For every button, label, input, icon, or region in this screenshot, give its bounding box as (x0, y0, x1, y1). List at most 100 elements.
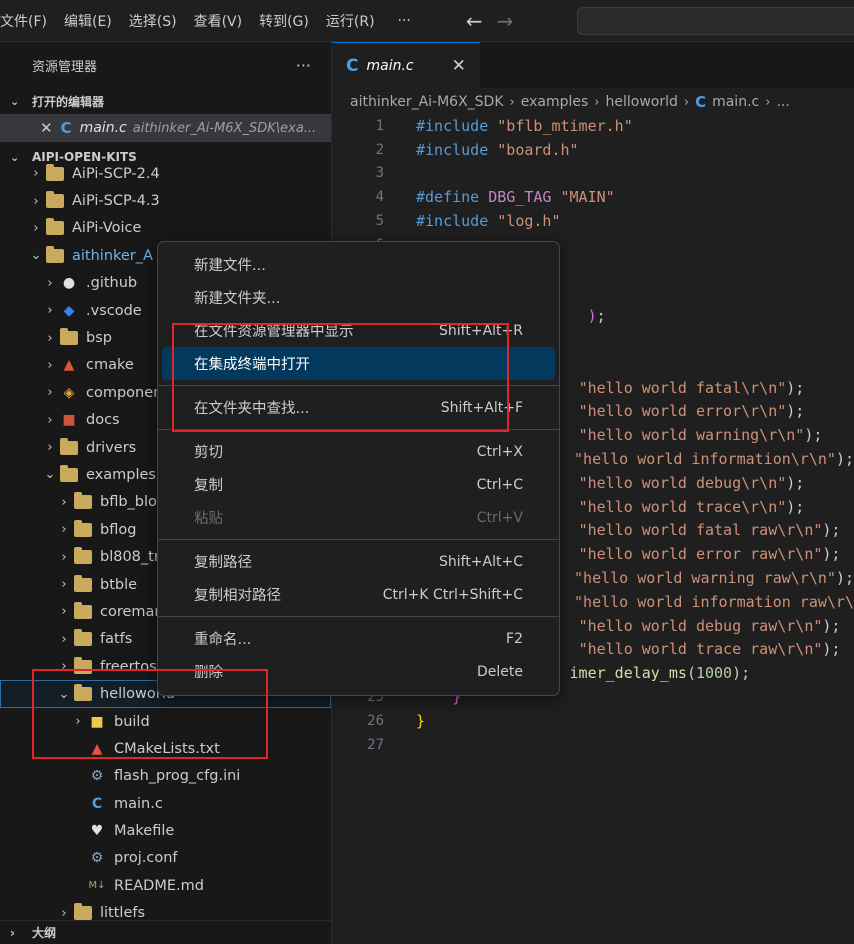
context-menu-item[interactable]: 复制相对路径 Ctrl+K Ctrl+Shift+C (162, 578, 555, 611)
tree-item[interactable]: M↓ README.md (0, 872, 331, 899)
context-menu-item[interactable]: 复制路径 Shift+Alt+C (162, 545, 555, 578)
tree-item[interactable]: › ■ build (0, 708, 331, 735)
more-menu-button[interactable]: ··· (398, 13, 420, 29)
folder-icon (74, 519, 92, 537)
gear-icon: ⚙ (90, 850, 104, 867)
tree-item[interactable]: ⚙ proj.conf (0, 845, 331, 872)
code-token: 1000 (695, 664, 733, 683)
chevron-right-icon: › (765, 94, 771, 110)
outline-section[interactable]: › 大纲 (0, 920, 331, 944)
menu-item-shortcut: Ctrl+K Ctrl+Shift+C (382, 586, 523, 603)
chevron-down-icon: ⌄ (10, 94, 20, 108)
tree-item-label: aithinker_A (72, 247, 153, 264)
explorer-header: 资源管理器 ··· (0, 42, 331, 88)
arrow-left-icon[interactable]: ← (466, 9, 483, 33)
tree-item-label: bsp (86, 330, 112, 347)
chevron-right-icon: › (509, 94, 515, 110)
open-editor-item[interactable]: ✕ C main.c aithinker_Ai-M6X_SDK\exa... (0, 114, 331, 142)
context-menu-item[interactable]: 新建文件... (162, 248, 555, 281)
tree-item[interactable]: › AiPi-SCP-4.3 (0, 187, 331, 214)
line-source: #define DBG_TAG "MAIN" (416, 188, 615, 206)
menu-item[interactable]: 文件(F) (0, 11, 56, 31)
menu-item[interactable]: 查看(V) (194, 11, 252, 31)
c-file-icon: C (346, 55, 359, 76)
build-folder-icon: ■ (90, 713, 104, 730)
code-line: 3 (332, 162, 854, 186)
tree-item[interactable]: ♥ Makefile (0, 817, 331, 844)
vscode-folder-icon: ◆ (63, 302, 75, 319)
code-token: imer_delay_ms (569, 664, 687, 683)
tree-item[interactable]: › AiPi-Voice (0, 215, 331, 242)
chevron-right-icon: › (61, 549, 67, 565)
code-token: "board.h" (497, 140, 579, 159)
tab-label: main.c (366, 57, 414, 74)
menu-item[interactable]: 运行(R) (326, 11, 384, 31)
tree-item-label: build (114, 713, 150, 730)
menu-item-shortcut: Shift+Alt+C (438, 553, 523, 570)
tree-item[interactable]: ⚙ flash_prog_cfg.ini (0, 763, 331, 790)
tree-item-label: AiPi-SCP-2.4 (72, 165, 160, 182)
tree-item[interactable]: › AiPi-SCP-2.4 (0, 160, 331, 187)
code-token: "hello world error\r\n" (578, 402, 787, 421)
folder-icon (60, 437, 78, 455)
menu-item-label: 在文件资源管理器中显示 (194, 324, 354, 340)
command-center-search[interactable] (577, 7, 854, 35)
context-menu: 新建文件... 新建文件夹... 在文件资源管理器中显示 Shift+Alt+R 在集成… (157, 241, 560, 696)
chevron-right-icon: › (594, 94, 600, 110)
context-menu-item[interactable]: 剪切 Ctrl+X (162, 435, 555, 468)
context-menu-item[interactable]: 在文件夹中查找... Shift+Alt+F (162, 391, 555, 424)
close-icon[interactable]: ✕ (452, 56, 466, 76)
open-editor-filename: main.c (79, 120, 127, 136)
folder-open-icon (60, 464, 78, 482)
tree-item[interactable]: Cmain.c (0, 790, 331, 817)
explorer-more-button[interactable]: ··· (296, 56, 311, 75)
github-icon: ● (62, 275, 76, 292)
chevron-right-icon: › (61, 577, 67, 593)
context-menu-item[interactable]: 新建文件夹... (162, 281, 555, 314)
tab-main-c[interactable]: C main.c ✕ (332, 42, 480, 88)
menu-item-label: 在文件夹中查找... (194, 401, 310, 417)
breadcrumb-item[interactable]: helloworld (605, 94, 677, 110)
code-token: "log.h" (497, 212, 561, 231)
code-token: "bflb_mtimer.h" (497, 116, 633, 135)
breadcrumb-item[interactable]: aithinker_Ai-M6X_SDK (350, 94, 504, 110)
cmake-icon: ▲ (91, 740, 103, 757)
breadcrumb-item[interactable]: main.c (712, 94, 759, 110)
breadcrumb-item[interactable]: ... (776, 94, 789, 110)
chevron-right-icon: › (33, 193, 39, 209)
context-menu-item[interactable]: 删除 Delete (162, 655, 555, 688)
menu-item-label: 重命名... (194, 632, 252, 648)
context-menu-item[interactable]: 重命名... F2 (162, 622, 555, 655)
markdown-icon: M↓ (88, 880, 106, 892)
code-token: ); (786, 378, 805, 397)
context-menu-item[interactable]: 在集成终端中打开 (162, 347, 555, 380)
tree-item[interactable]: ▲ CMakeLists.txt (0, 735, 331, 762)
context-menu-item[interactable]: 在文件资源管理器中显示 Shift+Alt+R (162, 314, 555, 347)
chevron-right-icon: › (61, 604, 67, 620)
tree-item-label: bflb_bloc (100, 494, 165, 511)
explorer-title: 资源管理器 (32, 59, 98, 75)
folder-icon (74, 574, 92, 592)
chevron-right-icon: › (47, 275, 53, 291)
outline-label: 大纲 (32, 926, 57, 940)
chevron-right-icon: › (61, 631, 67, 647)
tree-item-label: AiPi-Voice (72, 220, 142, 237)
tab-bar: C main.c ✕ (332, 42, 854, 88)
chevron-down-icon: ⌄ (44, 467, 56, 483)
context-menu-item[interactable]: 复制 Ctrl+C (162, 468, 555, 501)
code-token: "hello world warning raw\r\n" (574, 569, 836, 588)
open-editors-label: 打开的编辑器 (32, 94, 105, 109)
code-token: "hello world trace raw\r\n" (578, 640, 823, 659)
menu-item[interactable]: 选择(S) (129, 11, 186, 31)
breadcrumb-item[interactable]: examples (521, 94, 589, 110)
close-icon[interactable]: ✕ (40, 119, 53, 137)
arrow-right-icon[interactable]: → (497, 9, 514, 33)
chevron-right-icon: › (47, 385, 53, 401)
code-token: "hello world fatal raw\r\n" (578, 521, 823, 540)
tree-item-label: componen (86, 384, 163, 401)
menu-item-label: 剪切 (194, 445, 223, 461)
menu-item[interactable]: 转到(G) (259, 11, 318, 31)
menu-item[interactable]: 编辑(E) (64, 11, 121, 31)
open-editors-section[interactable]: ⌄ 打开的编辑器 (0, 88, 331, 114)
line-number: 26 (367, 712, 384, 729)
